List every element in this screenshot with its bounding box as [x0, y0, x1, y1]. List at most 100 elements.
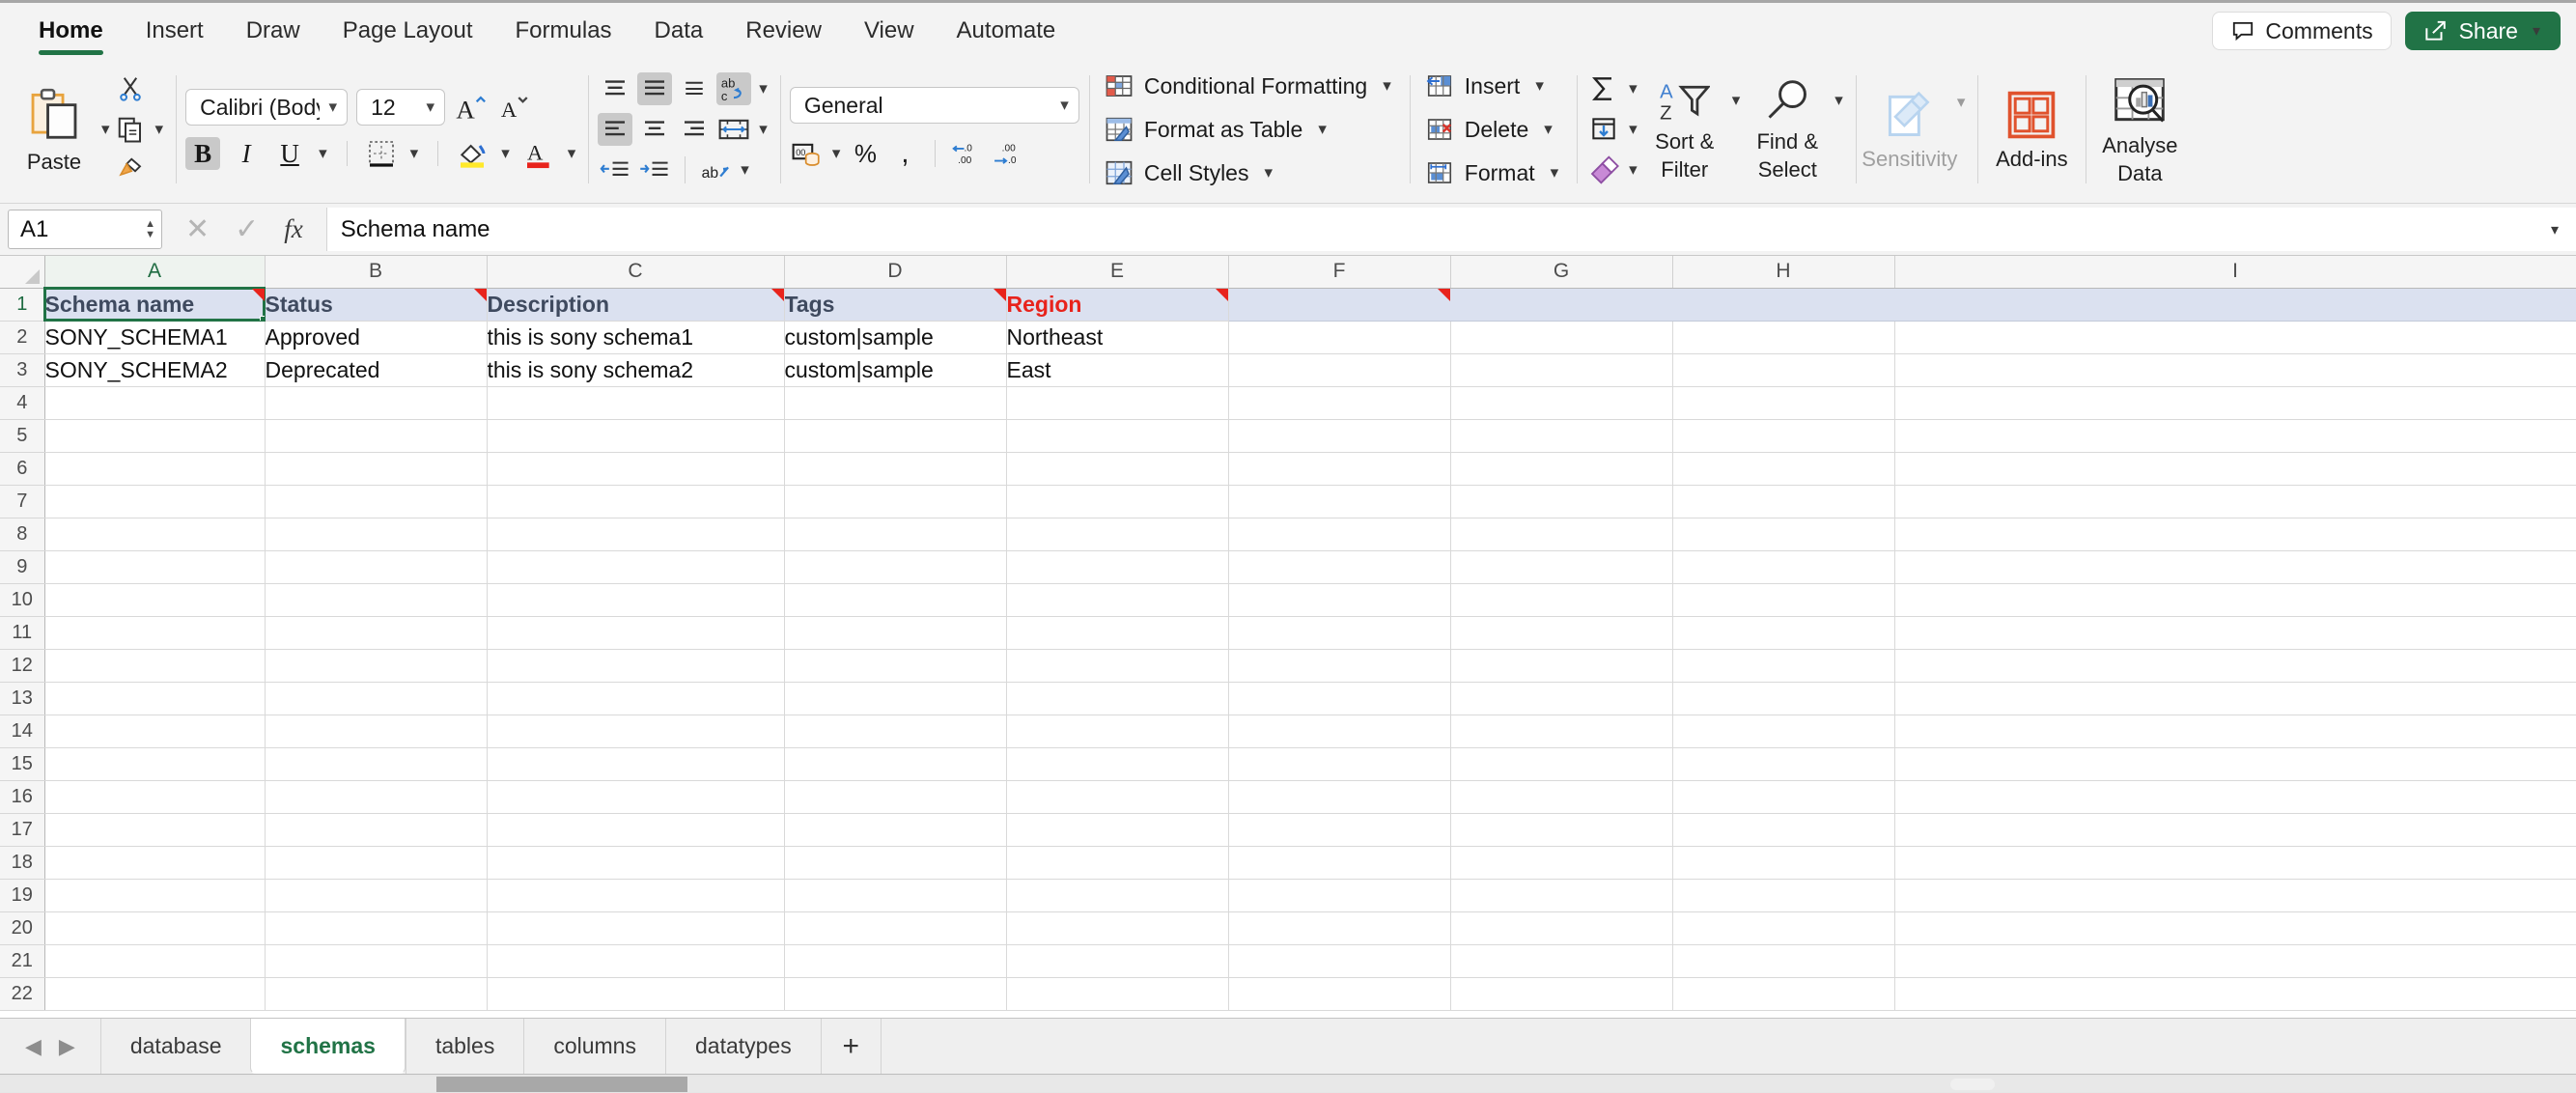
sensitivity-chevron-down-icon[interactable]: ▾ [1954, 93, 1969, 112]
cell-E18[interactable] [1006, 846, 1229, 880]
cell-F14[interactable] [1228, 715, 1451, 748]
row-header-4[interactable]: 4 [0, 386, 45, 420]
accounting-chevron-down-icon[interactable]: ▾ [829, 144, 844, 163]
row-header-16[interactable]: 16 [0, 780, 45, 814]
autosum-chevron-down-icon[interactable]: ▾ [1626, 79, 1640, 98]
paste-button[interactable]: Paste [10, 70, 98, 190]
sheet-tab-schemas[interactable]: schemas [250, 1019, 406, 1074]
column-header-H[interactable]: H [1672, 256, 1895, 289]
increase-indent-button[interactable] [637, 154, 672, 186]
cell-G15[interactable] [1450, 747, 1673, 781]
cell-I22[interactable] [1894, 977, 2576, 1011]
formula-bar-expand-icon[interactable]: ▾ [2534, 208, 2576, 251]
comment-marker-icon[interactable] [1437, 288, 1449, 301]
cell-I14[interactable] [1894, 715, 2576, 748]
cell-B14[interactable] [265, 715, 488, 748]
borders-chevron-down-icon[interactable]: ▾ [407, 144, 422, 163]
cell-I19[interactable] [1894, 879, 2576, 912]
cell-H2[interactable] [1672, 321, 1895, 354]
cell-G4[interactable] [1450, 386, 1673, 420]
column-header-E[interactable]: E [1006, 256, 1229, 289]
ribbon-tab-review[interactable]: Review [724, 3, 843, 58]
cell-I18[interactable] [1894, 846, 2576, 880]
cell-E13[interactable] [1006, 682, 1229, 715]
sensitivity-button[interactable]: Sensitivity [1862, 70, 1957, 190]
column-header-D[interactable]: D [784, 256, 1007, 289]
cell-G18[interactable] [1450, 846, 1673, 880]
cell-B19[interactable] [265, 879, 488, 912]
cell-B2[interactable]: Approved [265, 321, 488, 354]
cell-H9[interactable] [1672, 550, 1895, 584]
cell-E2[interactable]: Northeast [1006, 321, 1229, 354]
number-format-select[interactable]: General ▾ [789, 87, 1079, 124]
comments-button[interactable]: Comments [2212, 12, 2392, 50]
comment-marker-icon[interactable] [770, 288, 783, 301]
cell-A22[interactable] [44, 977, 266, 1011]
name-box-spinner[interactable]: ▲ ▼ [145, 218, 155, 239]
cell-F18[interactable] [1228, 846, 1451, 880]
cell-E22[interactable] [1006, 977, 1229, 1011]
share-button[interactable]: Share ▾ [2404, 12, 2561, 50]
ribbon-tab-data[interactable]: Data [633, 3, 725, 58]
cell-A7[interactable] [44, 485, 266, 518]
insert-function-icon[interactable]: fx [284, 214, 303, 244]
align-left-button[interactable] [598, 113, 633, 146]
cell-C9[interactable] [487, 550, 785, 584]
row-header-6[interactable]: 6 [0, 452, 45, 486]
cell-D17[interactable] [784, 813, 1007, 847]
sheet-tab-datatypes[interactable]: datatypes [664, 1019, 821, 1074]
cell-D1[interactable]: Tags [784, 288, 1007, 322]
cell-B1[interactable]: Status [265, 288, 488, 322]
row-header-9[interactable]: 9 [0, 550, 45, 584]
cell-G14[interactable] [1450, 715, 1673, 748]
insert-cells-button[interactable]: Insert ▾ [1419, 70, 1567, 103]
cell-G20[interactable] [1450, 911, 1673, 945]
row-header-22[interactable]: 22 [0, 977, 45, 1011]
cell-E11[interactable] [1006, 616, 1229, 650]
horizontal-scrollbar[interactable] [0, 1074, 2576, 1093]
cell-I5[interactable] [1894, 419, 2576, 453]
accounting-format-button[interactable]: 00 [790, 137, 825, 170]
cell-B3[interactable]: Deprecated [265, 353, 488, 387]
cell-E12[interactable] [1006, 649, 1229, 683]
cell-F4[interactable] [1228, 386, 1451, 420]
cell-H8[interactable] [1672, 518, 1895, 551]
cell-H7[interactable] [1672, 485, 1895, 518]
cell-F9[interactable] [1228, 550, 1451, 584]
cell-A18[interactable] [44, 846, 266, 880]
cell-G2[interactable] [1450, 321, 1673, 354]
cell-A10[interactable] [44, 583, 266, 617]
cell-D9[interactable] [784, 550, 1007, 584]
cell-I15[interactable] [1894, 747, 2576, 781]
cell-D15[interactable] [784, 747, 1007, 781]
cell-E5[interactable] [1006, 419, 1229, 453]
ribbon-tab-home[interactable]: Home [17, 3, 125, 58]
cell-H21[interactable] [1672, 944, 1895, 978]
cell-C1[interactable]: Description [487, 288, 785, 322]
cut-button[interactable] [113, 72, 148, 105]
cell-D22[interactable] [784, 977, 1007, 1011]
cell-G10[interactable] [1450, 583, 1673, 617]
cell-E8[interactable] [1006, 518, 1229, 551]
cell-F6[interactable] [1228, 452, 1451, 486]
merge-chevron-down-icon[interactable]: ▾ [756, 120, 770, 139]
cell-A8[interactable] [44, 518, 266, 551]
sheet-tab-database[interactable]: database [99, 1019, 251, 1074]
cell-C15[interactable] [487, 747, 785, 781]
cell-G11[interactable] [1450, 616, 1673, 650]
cell-D16[interactable] [784, 780, 1007, 814]
cell-D5[interactable] [784, 419, 1007, 453]
cell-I10[interactable] [1894, 583, 2576, 617]
cell-C10[interactable] [487, 583, 785, 617]
cell-I2[interactable] [1894, 321, 2576, 354]
cell-B16[interactable] [265, 780, 488, 814]
select-all-corner[interactable] [0, 256, 45, 289]
format-cells-button[interactable]: Format ▾ [1419, 156, 1567, 190]
cell-H16[interactable] [1672, 780, 1895, 814]
cell-D6[interactable] [784, 452, 1007, 486]
cell-A6[interactable] [44, 452, 266, 486]
paste-chevron-down-icon[interactable]: ▾ [98, 120, 113, 139]
increase-font-size-button[interactable]: A [454, 91, 489, 124]
cell-I4[interactable] [1894, 386, 2576, 420]
cell-G8[interactable] [1450, 518, 1673, 551]
